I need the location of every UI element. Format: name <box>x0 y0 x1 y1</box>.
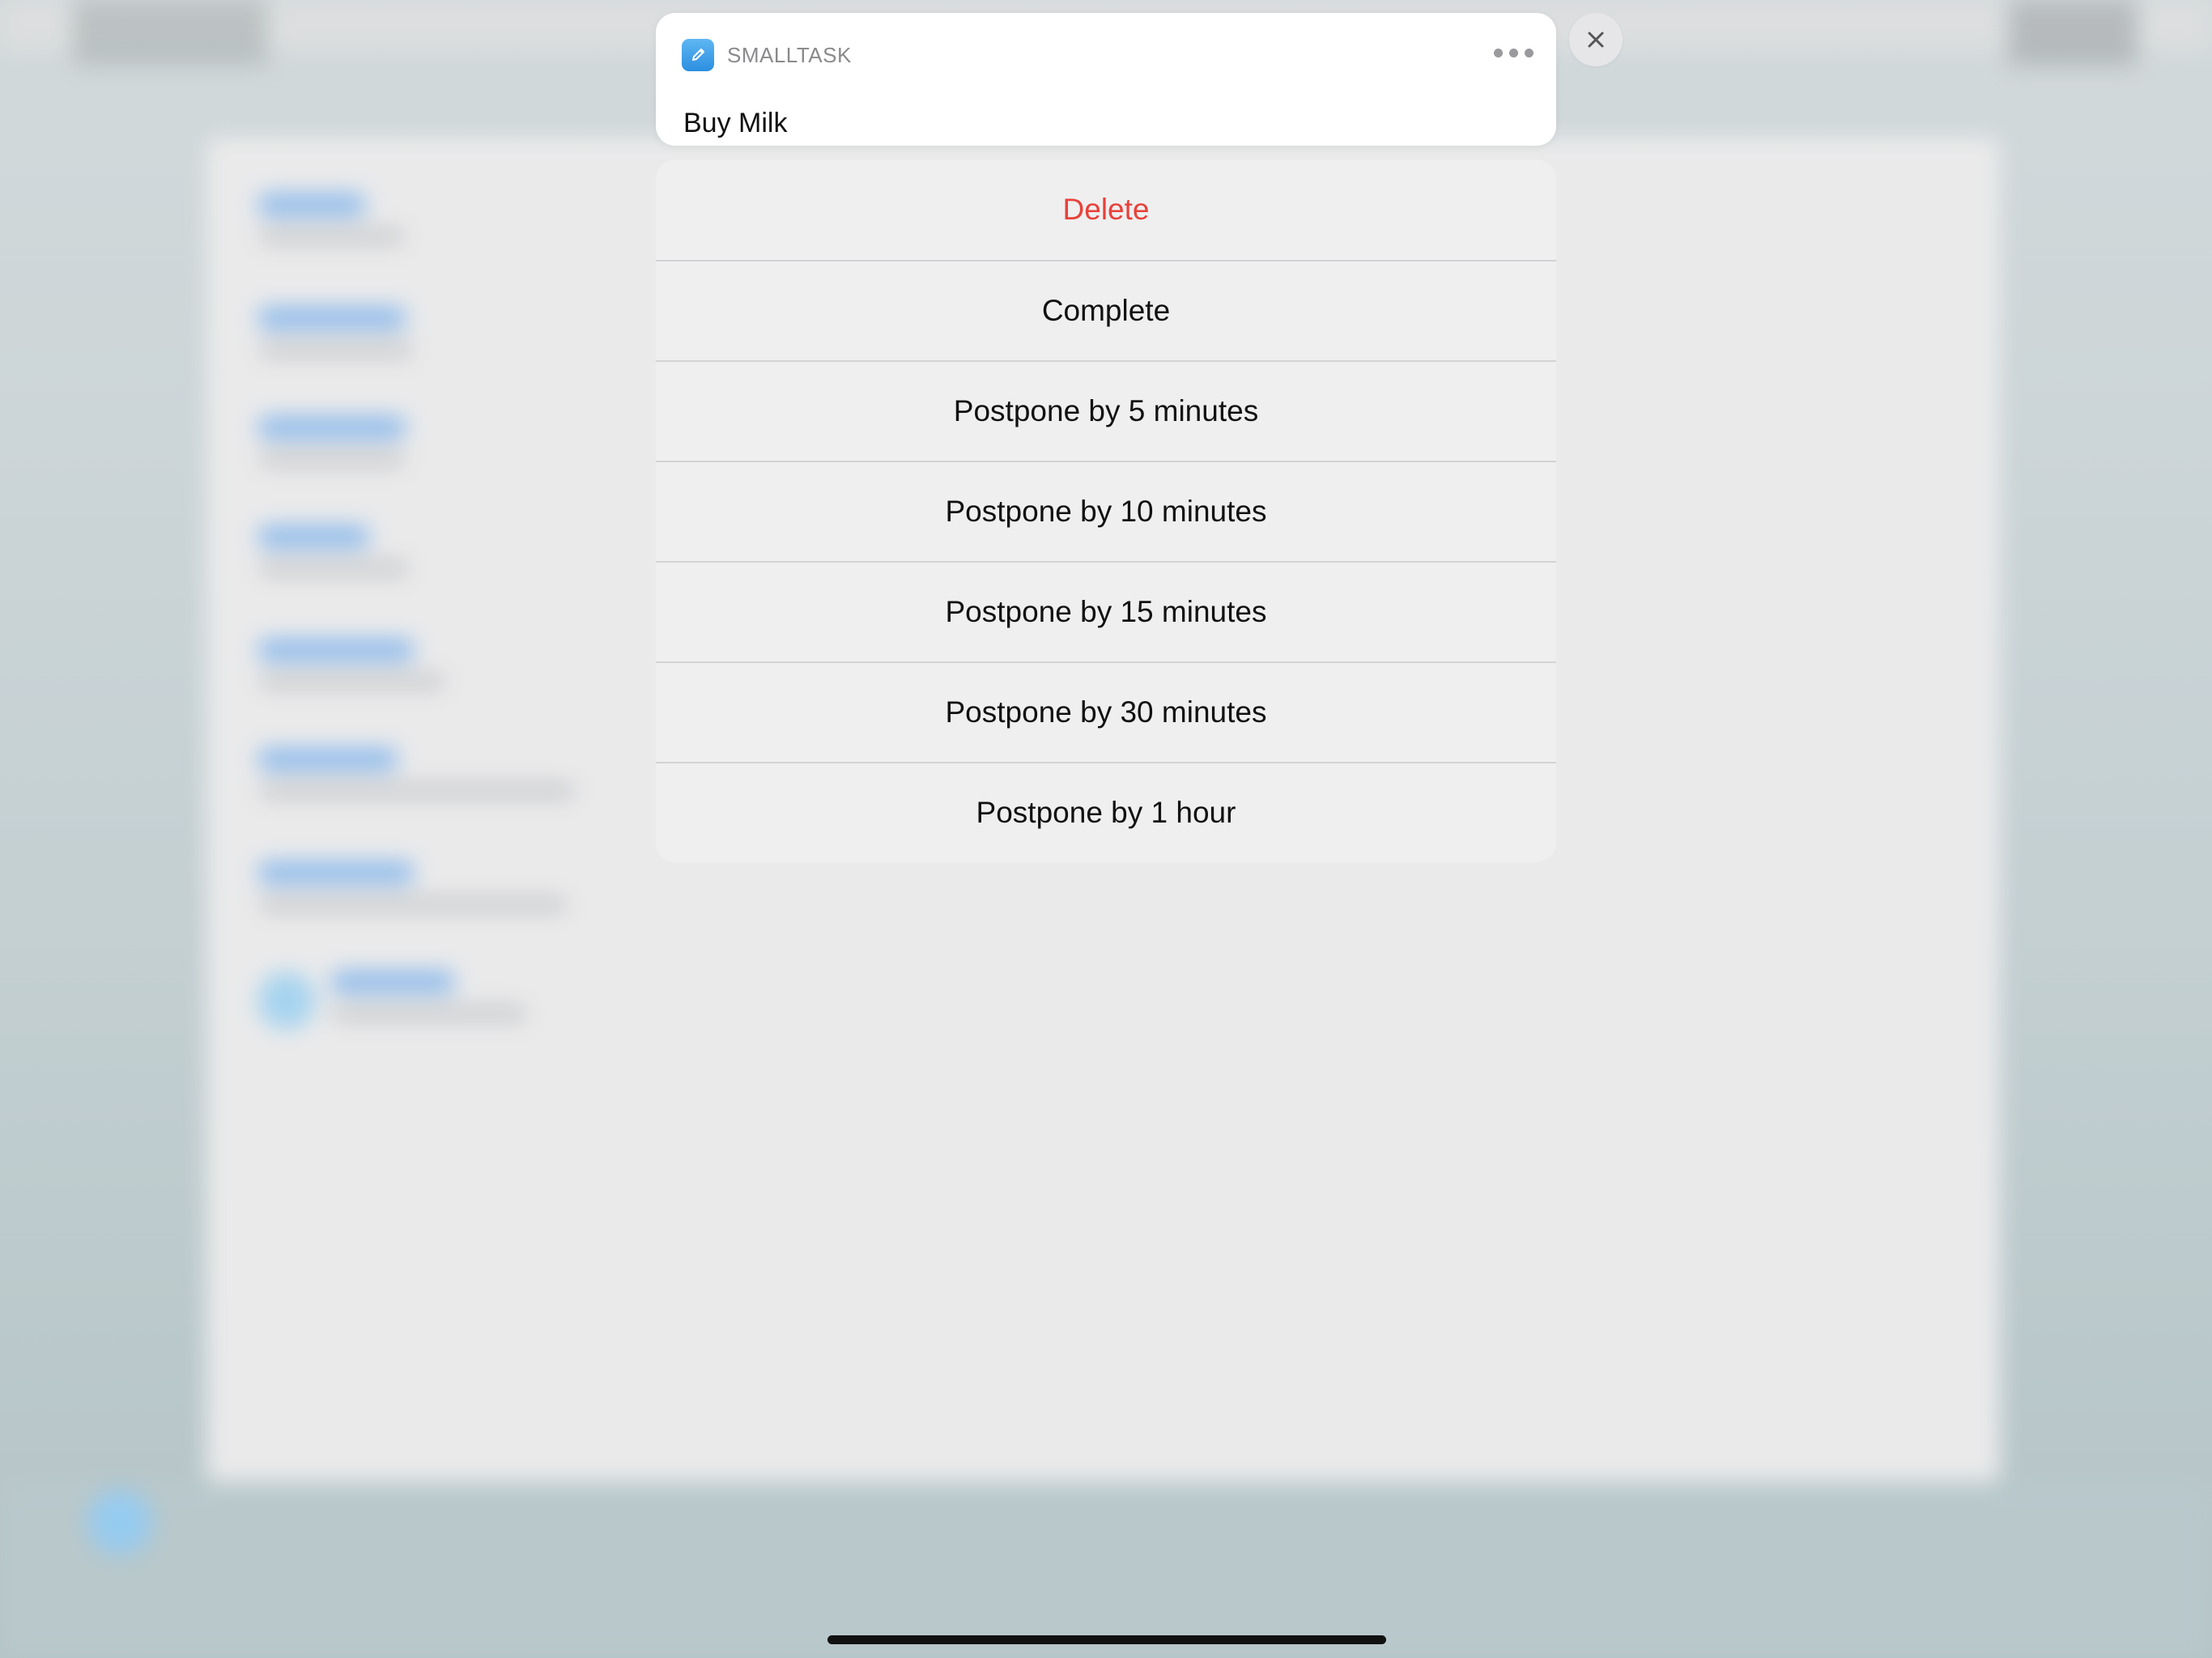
postpone-5-minutes-button[interactable]: Postpone by 5 minutes <box>656 360 1556 461</box>
complete-button[interactable]: Complete <box>656 260 1556 360</box>
notification-app-name: SMALLTASK <box>727 43 852 67</box>
postpone-1-hour-button[interactable]: Postpone by 1 hour <box>656 762 1556 862</box>
postpone-15-minutes-button[interactable]: Postpone by 15 minutes <box>656 561 1556 661</box>
postpone-10-minutes-button[interactable]: Postpone by 10 minutes <box>656 461 1556 561</box>
pencil-icon <box>682 39 714 71</box>
more-dots-icon[interactable] <box>1494 49 1534 57</box>
notification-title: Buy Milk <box>683 108 788 138</box>
close-button[interactable] <box>1569 13 1623 66</box>
notification-actions: Delete Complete Postpone by 5 minutes Po… <box>656 159 1556 862</box>
close-icon <box>1588 32 1604 48</box>
notification-card[interactable]: SMALLTASK Buy Milk <box>656 13 1556 146</box>
delete-button[interactable]: Delete <box>656 159 1556 260</box>
home-indicator[interactable] <box>827 1635 1386 1644</box>
postpone-30-minutes-button[interactable]: Postpone by 30 minutes <box>656 661 1556 762</box>
